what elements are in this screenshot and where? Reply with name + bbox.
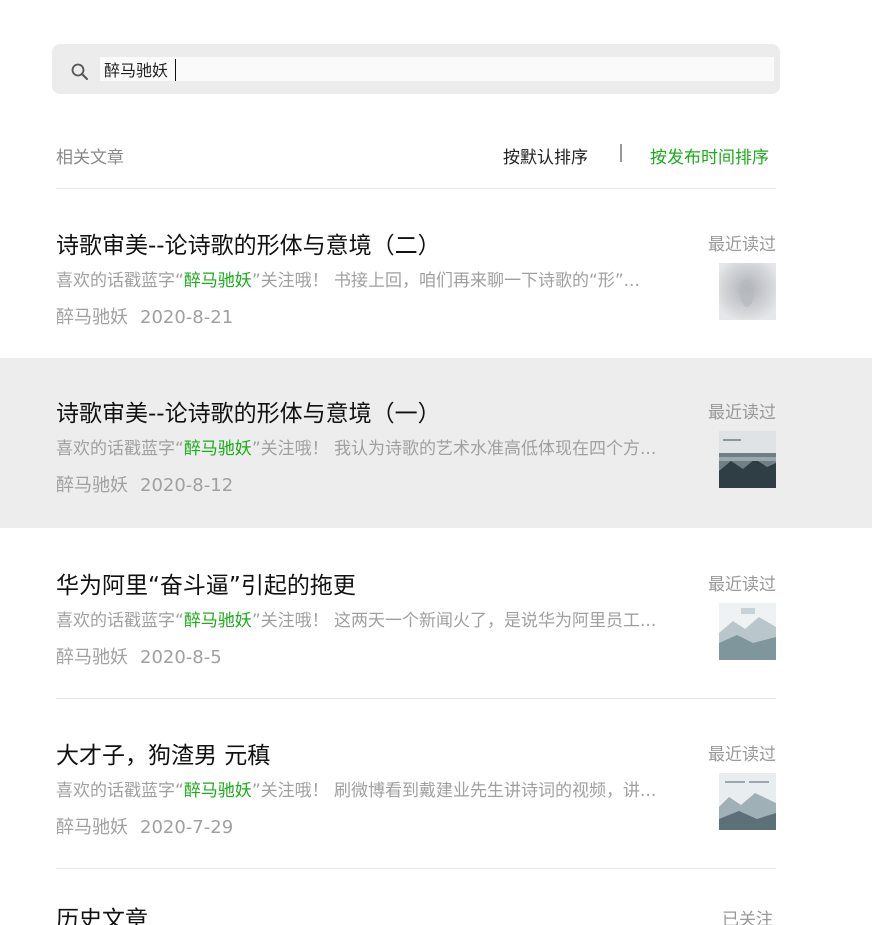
article-meta: 醉马驰妖 2020-8-12 [56, 471, 233, 497]
summary-prefix: 喜欢的话戳蓝字“ [56, 781, 184, 801]
summary-suffix: ”关注哦！ 书接上回，咱们再来聊一下诗歌的“形”... [251, 271, 640, 291]
article-meta: 醉马驰妖 2020-8-5 [56, 643, 222, 669]
article-author: 醉马驰妖 [56, 307, 128, 328]
sort-divider [620, 144, 622, 162]
article-summary: 喜欢的话戳蓝字“醉马驰妖”关注哦！ 我认为诗歌的艺术水准高低体现在四个方... [56, 434, 706, 459]
article-author: 醉马驰妖 [56, 647, 128, 668]
summary-prefix: 喜欢的话戳蓝字“ [56, 611, 184, 631]
summary-highlight: 醉马驰妖 [183, 271, 252, 291]
article-author: 醉马驰妖 [56, 475, 128, 496]
article-title: 诗歌审美--论诗歌的形体与意境（二） [56, 233, 441, 259]
article-meta: 醉马驰妖 2020-8-21 [56, 303, 233, 329]
search-icon[interactable] [70, 62, 90, 82]
search-results-page: 相关文章 按默认排序 按发布时间排序 诗歌审美--论诗歌的形体与意境（二） 最近… [0, 0, 872, 925]
summary-suffix: ”关注哦！ 这两天一个新闻火了，是说华为阿里员工... [251, 611, 657, 631]
read-status: 最近读过 [708, 403, 776, 423]
summary-highlight: 醉马驰妖 [183, 611, 252, 631]
summary-suffix: ”关注哦！ 我认为诗歌的艺术水准高低体现在四个方... [251, 439, 657, 459]
history-section-title: 历史文章 [56, 907, 148, 925]
article-thumbnail [719, 263, 776, 320]
summary-suffix: ”关注哦！ 刷微博看到戴建业先生讲诗词的视频，讲... [251, 781, 657, 801]
article-item[interactable]: 诗歌审美--论诗歌的形体与意境（二） 最近读过 喜欢的话戳蓝字“醉马驰妖”关注哦… [0, 190, 872, 360]
article-item[interactable]: 大才子，狗渣男 元稹 最近读过 喜欢的话戳蓝字“醉马驰妖”关注哦！ 刷微博看到戴… [0, 700, 872, 870]
article-item[interactable]: 华为阿里“奋斗逼”引起的拖更 最近读过 喜欢的话戳蓝字“醉马驰妖”关注哦！ 这两… [0, 530, 872, 700]
section-title: 相关文章 [56, 148, 124, 168]
article-item[interactable]: 诗歌审美--论诗歌的形体与意境（一） 最近读过 喜欢的话戳蓝字“醉马驰妖”关注哦… [0, 358, 872, 528]
article-date: 2020-8-21 [140, 307, 234, 328]
article-thumbnail [719, 773, 776, 830]
read-status: 最近读过 [708, 235, 776, 255]
article-summary: 喜欢的话戳蓝字“醉马驰妖”关注哦！ 刷微博看到戴建业先生讲诗词的视频，讲... [56, 776, 706, 801]
article-date: 2020-7-29 [140, 817, 234, 838]
article-title: 华为阿里“奋斗逼”引起的拖更 [56, 573, 356, 599]
article-date: 2020-8-12 [140, 475, 234, 496]
text-caret [175, 59, 176, 81]
divider [56, 868, 776, 869]
sort-default-button[interactable]: 按默认排序 [503, 143, 588, 168]
article-summary: 喜欢的话戳蓝字“醉马驰妖”关注哦！ 书接上回，咱们再来聊一下诗歌的“形”... [56, 266, 706, 291]
read-status: 最近读过 [708, 745, 776, 765]
article-author: 醉马驰妖 [56, 817, 128, 838]
divider [56, 698, 776, 699]
article-thumbnail [719, 431, 776, 488]
article-title: 大才子，狗渣男 元稹 [56, 743, 271, 769]
article-date: 2020-8-5 [140, 647, 222, 668]
summary-highlight: 醉马驰妖 [183, 439, 252, 459]
sort-by-time-button[interactable]: 按发布时间排序 [650, 143, 769, 168]
read-status: 最近读过 [708, 575, 776, 595]
article-meta: 醉马驰妖 2020-7-29 [56, 813, 233, 839]
summary-prefix: 喜欢的话戳蓝字“ [56, 439, 184, 459]
article-thumbnail [719, 603, 776, 660]
article-summary: 喜欢的话戳蓝字“醉马驰妖”关注哦！ 这两天一个新闻火了，是说华为阿里员工... [56, 606, 706, 631]
summary-highlight: 醉马驰妖 [183, 781, 252, 801]
divider [56, 188, 776, 189]
search-input[interactable] [100, 57, 774, 81]
follow-status[interactable]: 已关注 [722, 905, 773, 925]
summary-prefix: 喜欢的话戳蓝字“ [56, 271, 184, 291]
article-title: 诗歌审美--论诗歌的形体与意境（一） [56, 401, 441, 427]
